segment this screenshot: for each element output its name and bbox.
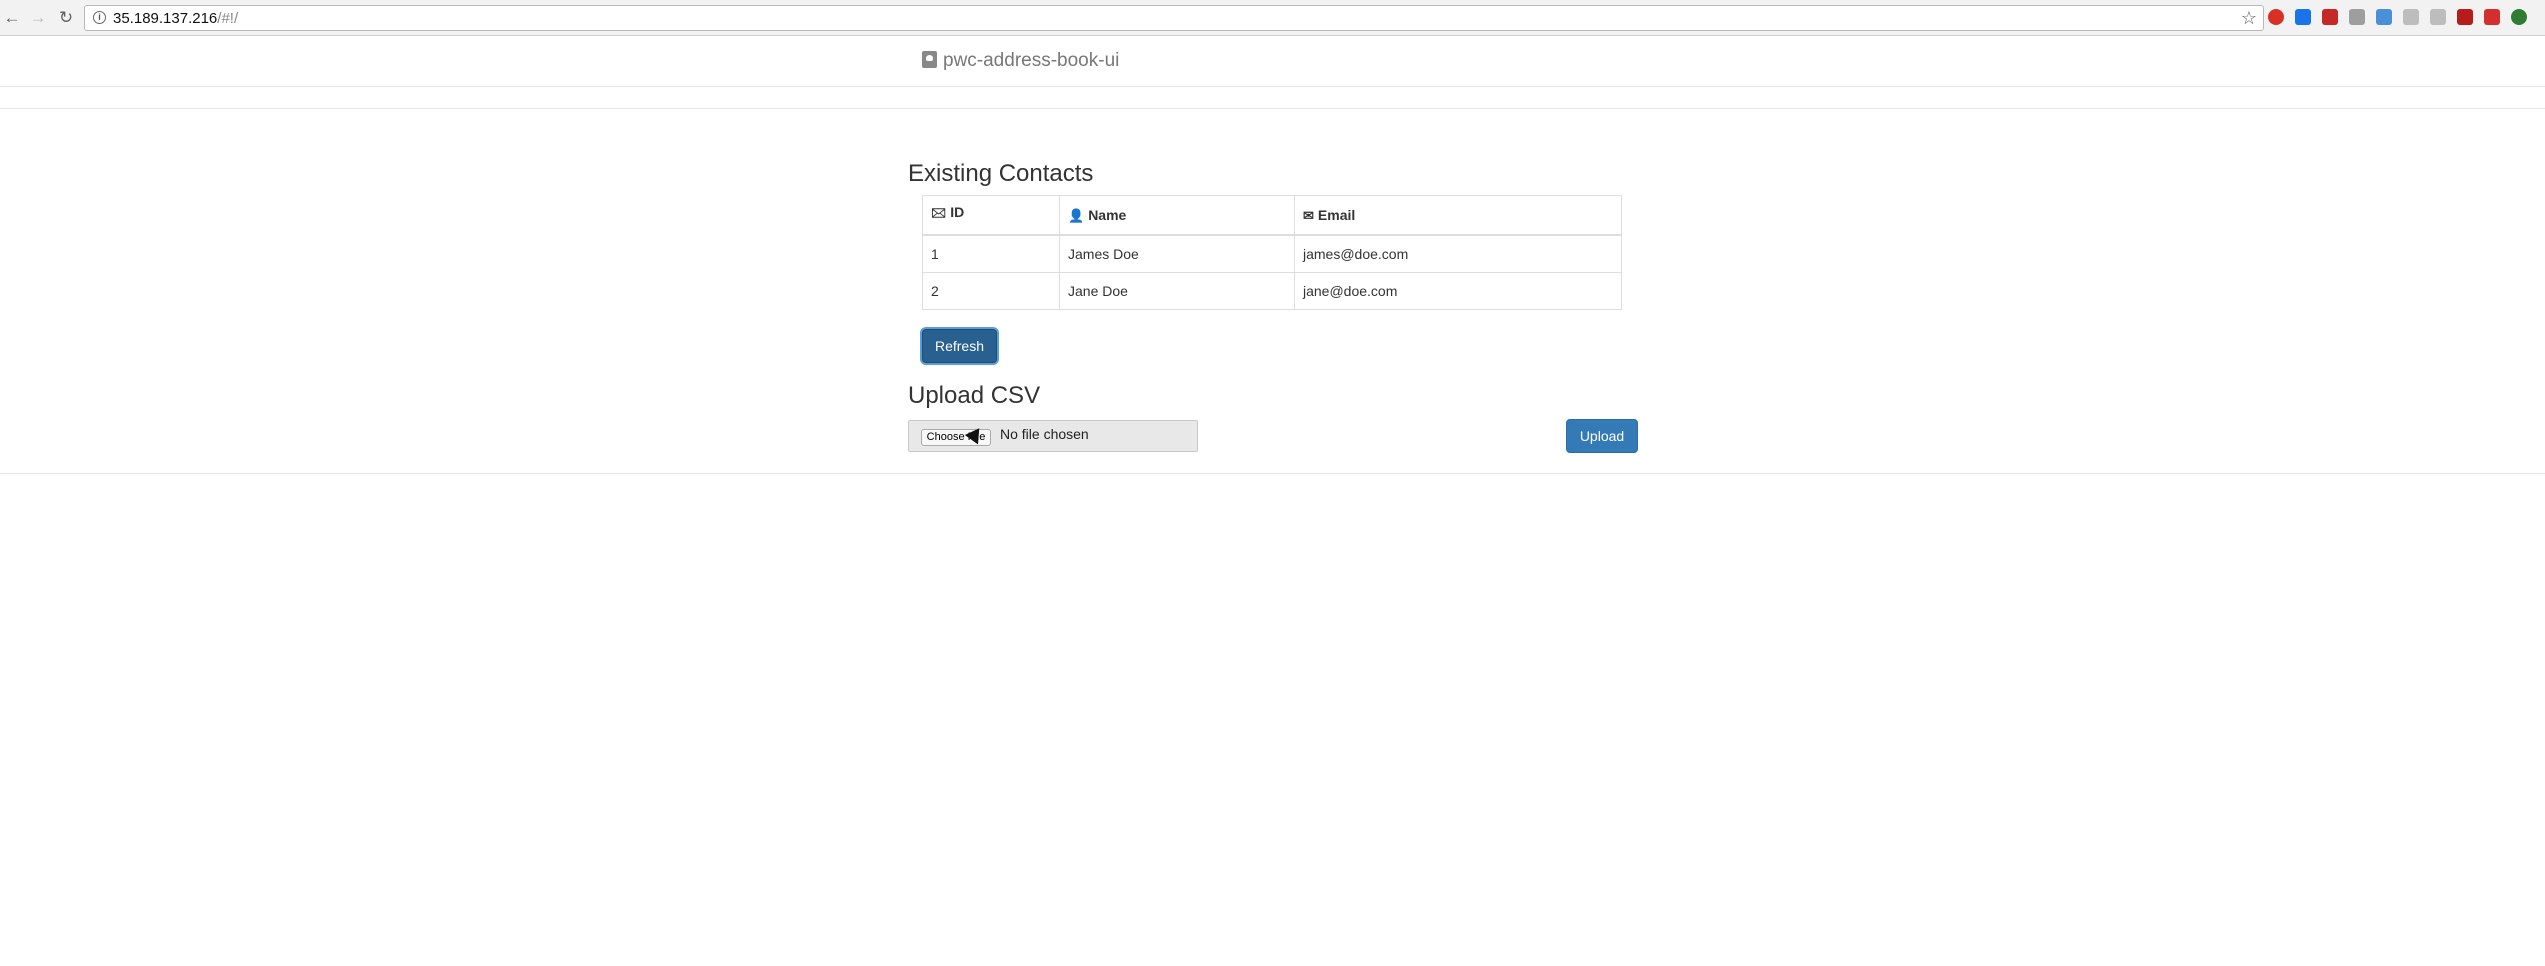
column-label: ID [950, 204, 965, 220]
url-path: /#!/ [217, 10, 239, 27]
browser-extension-icon[interactable] [2403, 9, 2419, 25]
cell-id: 2 [922, 272, 1060, 310]
brand-text: pwc-address-book-ui [943, 50, 1120, 71]
column-header-email: ✉ Email [1294, 195, 1622, 236]
id-card-icon: 🖂 [931, 205, 947, 220]
upload-title: Upload CSV [908, 382, 1041, 409]
browser-extension-icon[interactable] [2511, 9, 2527, 25]
file-status-text: No file chosen [1000, 426, 1089, 442]
column-header-name: 👤 Name [1059, 195, 1295, 236]
browser-extension-icon[interactable] [2430, 9, 2446, 25]
browser-extension-icon[interactable] [2322, 9, 2338, 25]
table-header-row: 🖂 ID 👤 Name ✉ Email [922, 195, 1622, 236]
cell-id: 1 [922, 234, 1060, 273]
divider [0, 108, 2545, 109]
bookmark-star-icon[interactable]: ☆ [2241, 8, 2257, 29]
cell-email: jane@doe.com [1294, 272, 1622, 310]
url-host: 35.189.137.216 [113, 10, 218, 27]
browser-extension-icon[interactable] [2376, 9, 2392, 25]
brand-link[interactable]: pwc-address-book-ui [922, 50, 1119, 72]
cell-email: james@doe.com [1294, 234, 1622, 273]
app-navbar: pwc-address-book-ui [0, 37, 2545, 87]
browser-extension-icon[interactable] [2457, 9, 2473, 25]
user-icon: 👤 [1068, 207, 1085, 223]
extensions-tray [2268, 9, 2538, 27]
envelope-icon: ✉ [1303, 207, 1314, 223]
address-book-icon [922, 51, 937, 68]
browser-extension-icon[interactable] [2484, 9, 2500, 25]
browser-extension-icon[interactable] [2349, 9, 2365, 25]
contacts-title: Existing Contacts [908, 160, 1094, 187]
csv-file-input[interactable]: Choose File No file chosen [908, 420, 1198, 452]
column-label: Name [1088, 206, 1127, 223]
cell-name: James Doe [1059, 234, 1295, 273]
browser-extension-icon[interactable] [2268, 9, 2284, 25]
column-header-id: 🖂 ID [922, 195, 1060, 236]
upload-button[interactable]: Upload [1566, 419, 1638, 453]
column-label: Email [1317, 206, 1356, 223]
address-bar[interactable]: i 35.189.137.216/#!/ ☆ [84, 5, 2264, 31]
info-icon[interactable]: i [93, 11, 106, 24]
contacts-table: 🖂 ID 👤 Name ✉ Email 1 James Doe james@doe.c… [922, 195, 1622, 310]
browser-toolbar: ← → ↻ i 35.189.137.216/#!/ ☆ [0, 0, 2545, 36]
table-row: 2 Jane Doe jane@doe.com [922, 272, 1622, 310]
refresh-button[interactable]: Refresh [922, 329, 997, 363]
back-arrow-icon[interactable]: ← [2, 8, 22, 28]
table-row: 1 James Doe james@doe.com [922, 234, 1622, 273]
reload-icon[interactable]: ↻ [56, 8, 76, 28]
url-text[interactable]: 35.189.137.216/#!/ [113, 10, 238, 27]
browser-extension-icon[interactable] [2295, 9, 2311, 25]
cell-name: Jane Doe [1059, 272, 1295, 310]
divider [0, 473, 2545, 474]
forward-arrow-icon[interactable]: → [28, 8, 48, 28]
